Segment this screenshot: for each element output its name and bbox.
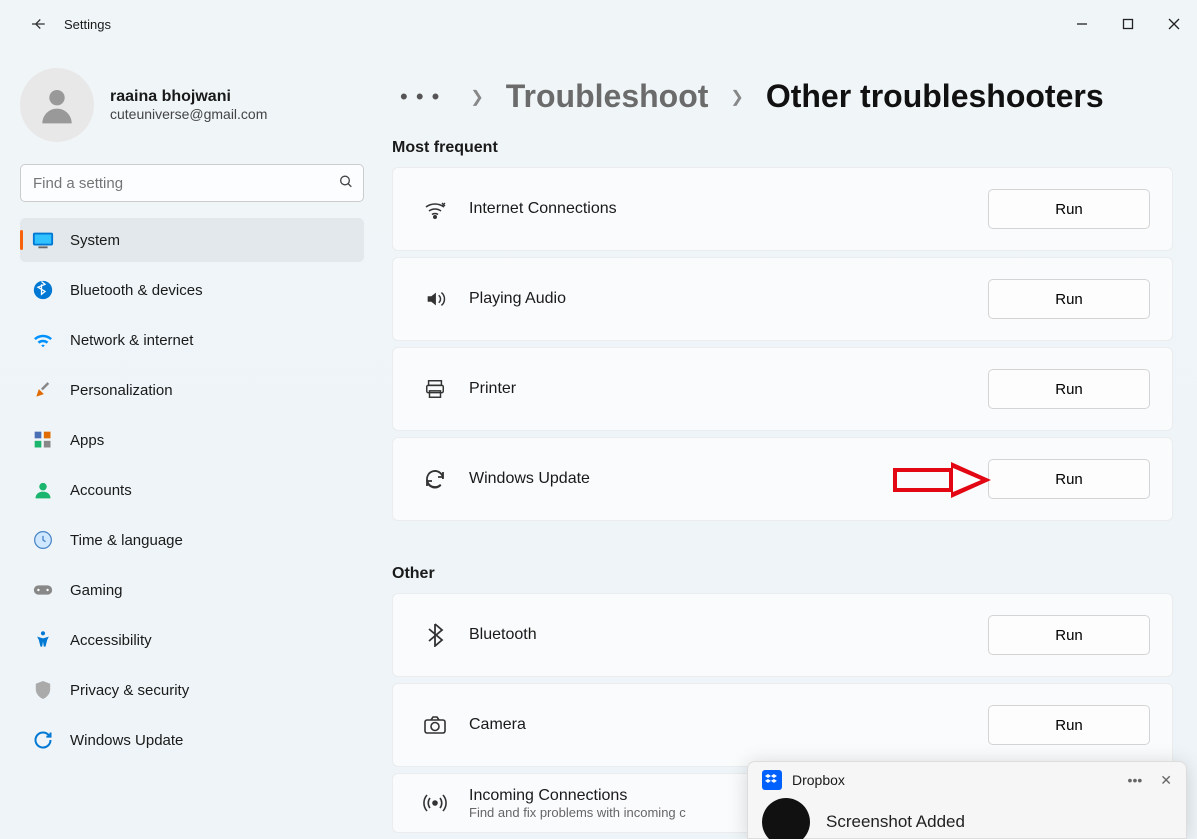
toast-thumbnail [762, 798, 810, 839]
chevron-right-icon: ❯ [730, 87, 743, 107]
speaker-icon [415, 288, 455, 310]
troubleshooter-internet: Internet Connections Run [392, 167, 1173, 251]
maximize-icon [1122, 18, 1134, 30]
sidebar-item-accessibility[interactable]: Accessibility [20, 618, 364, 662]
sidebar-item-label: Network & internet [70, 332, 193, 349]
troubleshooter-label: Playing Audio [469, 290, 566, 308]
accessibility-icon [32, 629, 54, 651]
sidebar-item-label: Apps [70, 432, 104, 449]
sidebar-item-system[interactable]: System [20, 218, 364, 262]
sidebar-item-gaming[interactable]: Gaming [20, 568, 364, 612]
chevron-right-icon: ❯ [470, 87, 483, 107]
section-title-most-frequent: Most frequent [392, 139, 1173, 157]
notification-toast[interactable]: Dropbox ••• ✕ Screenshot Added [747, 761, 1187, 839]
wifi-icon [32, 329, 54, 351]
sidebar: raaina bhojwani cuteuniverse@gmail.com S… [0, 48, 380, 839]
sidebar-item-privacy[interactable]: Privacy & security [20, 668, 364, 712]
sidebar-item-label: Time & language [70, 532, 183, 549]
bluetooth-icon [415, 623, 455, 647]
run-button[interactable]: Run [988, 279, 1150, 319]
sidebar-item-update[interactable]: Windows Update [20, 718, 364, 762]
search-input[interactable] [20, 164, 364, 202]
minimize-icon [1076, 18, 1088, 30]
troubleshooter-audio: Playing Audio Run [392, 257, 1173, 341]
shield-icon [32, 679, 54, 701]
troubleshooter-camera: Camera Run [392, 683, 1173, 767]
sidebar-item-label: Windows Update [70, 732, 183, 749]
run-button[interactable]: Run [988, 615, 1150, 655]
sidebar-item-time[interactable]: Time & language [20, 518, 364, 562]
person-icon [32, 479, 54, 501]
troubleshooter-windows-update: Windows Update Run [392, 437, 1173, 521]
bluetooth-icon [32, 279, 54, 301]
refresh-icon [415, 467, 455, 491]
toast-more-button[interactable]: ••• [1128, 772, 1143, 789]
breadcrumb-more[interactable]: • • • [392, 84, 448, 110]
sidebar-nav: System Bluetooth & devices Network & int… [20, 218, 364, 762]
clock-icon [32, 529, 54, 551]
titlebar: Settings [0, 0, 1197, 48]
apps-icon [32, 429, 54, 451]
breadcrumb-parent[interactable]: Troubleshoot [506, 78, 709, 115]
sidebar-item-label: Accessibility [70, 632, 152, 649]
profile-name: raaina bhojwani [110, 88, 267, 106]
printer-icon [415, 378, 455, 400]
search-icon[interactable] [338, 174, 354, 193]
toast-app-name: Dropbox [792, 772, 845, 788]
profile-block[interactable]: raaina bhojwani cuteuniverse@gmail.com [20, 68, 364, 142]
wifi-icon [415, 198, 455, 220]
arrow-left-icon [29, 15, 47, 33]
troubleshooter-printer: Printer Run [392, 347, 1173, 431]
troubleshooter-label: Incoming Connections [469, 787, 686, 805]
avatar [20, 68, 94, 142]
minimize-button[interactable] [1059, 8, 1105, 40]
person-icon [35, 83, 79, 127]
section-title-other: Other [392, 565, 1173, 583]
sidebar-item-label: Personalization [70, 382, 173, 399]
toast-close-button[interactable]: ✕ [1160, 772, 1172, 789]
run-button[interactable]: Run [988, 189, 1150, 229]
camera-icon [415, 715, 455, 735]
back-button[interactable] [18, 4, 58, 44]
sidebar-item-label: Bluetooth & devices [70, 282, 203, 299]
maximize-button[interactable] [1105, 8, 1151, 40]
close-icon [1168, 18, 1180, 30]
sidebar-item-label: Gaming [70, 582, 123, 599]
sidebar-item-accounts[interactable]: Accounts [20, 468, 364, 512]
toast-title: Screenshot Added [826, 812, 965, 832]
troubleshooter-label: Bluetooth [469, 626, 537, 644]
broadcast-icon [415, 793, 455, 813]
sidebar-item-personalization[interactable]: Personalization [20, 368, 364, 412]
close-button[interactable] [1151, 8, 1197, 40]
troubleshooter-label: Windows Update [469, 470, 590, 488]
profile-email: cuteuniverse@gmail.com [110, 106, 267, 122]
search-box [20, 164, 364, 202]
sidebar-item-label: Accounts [70, 482, 132, 499]
gamepad-icon [32, 579, 54, 601]
troubleshooter-bluetooth: Bluetooth Run [392, 593, 1173, 677]
page-title: Other troubleshooters [766, 78, 1104, 115]
troubleshooter-sublabel: Find and fix problems with incoming c [469, 805, 686, 820]
paint-icon [32, 379, 54, 401]
main-content: • • • ❯ Troubleshoot ❯ Other troubleshoo… [380, 48, 1197, 839]
app-title: Settings [64, 17, 111, 32]
annotation-arrow [893, 458, 993, 502]
sidebar-item-label: Privacy & security [70, 682, 189, 699]
run-button[interactable]: Run [988, 705, 1150, 745]
sidebar-item-network[interactable]: Network & internet [20, 318, 364, 362]
run-button[interactable]: Run [988, 369, 1150, 409]
run-button[interactable]: Run [988, 459, 1150, 499]
troubleshooter-label: Camera [469, 716, 526, 734]
sidebar-item-bluetooth[interactable]: Bluetooth & devices [20, 268, 364, 312]
sidebar-item-apps[interactable]: Apps [20, 418, 364, 462]
update-icon [32, 729, 54, 751]
troubleshooter-label: Internet Connections [469, 200, 617, 218]
dropbox-icon [762, 770, 782, 790]
sidebar-item-label: System [70, 232, 120, 249]
system-icon [32, 229, 54, 251]
breadcrumb: • • • ❯ Troubleshoot ❯ Other troubleshoo… [392, 78, 1173, 115]
window-controls [1059, 8, 1197, 40]
troubleshooter-label: Printer [469, 380, 516, 398]
